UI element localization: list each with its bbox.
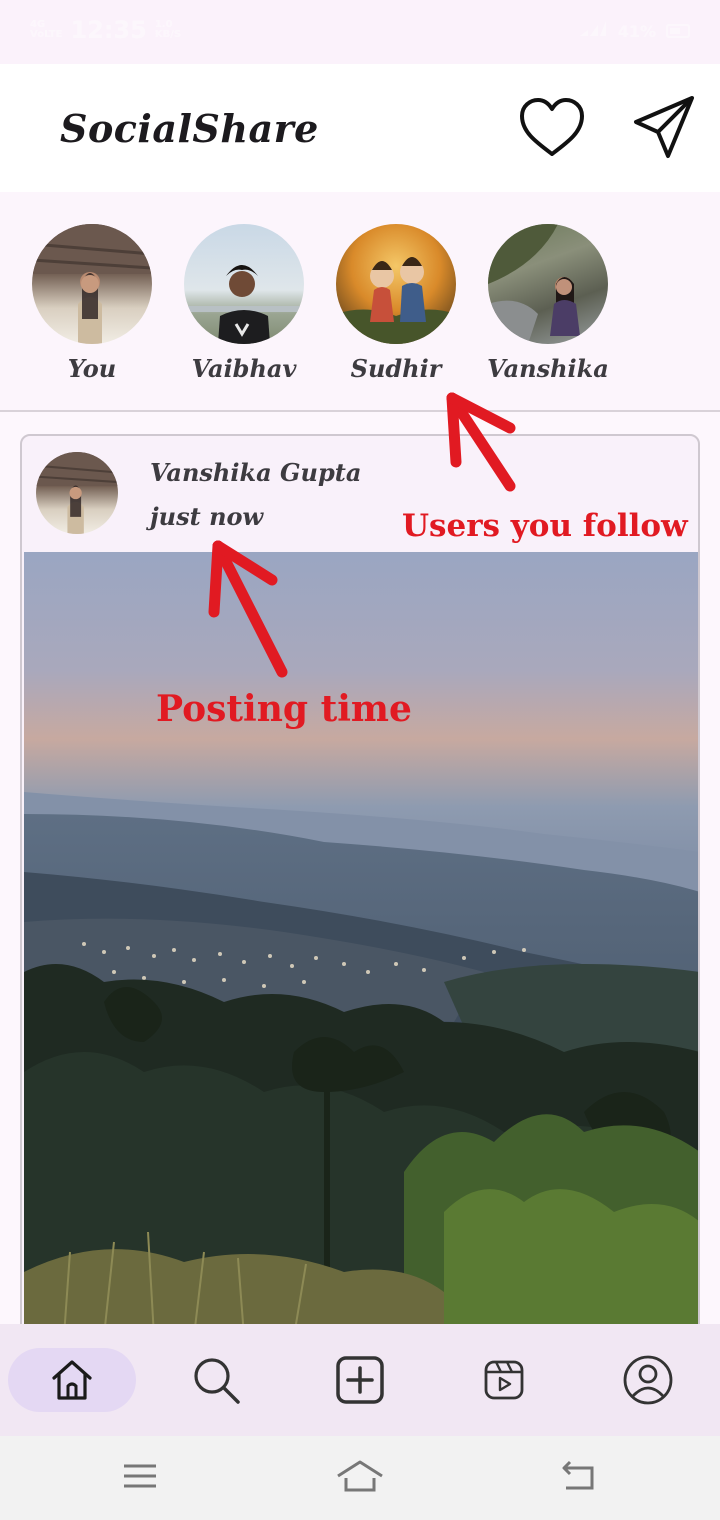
story-name: Sudhir [350,354,442,383]
status-time: 12:35 [70,16,147,44]
avatar [32,224,152,344]
net-speed: 1.0 KB/S [155,20,181,40]
avatar [336,224,456,344]
post-timestamp: just now [150,502,264,531]
app-bar: SocialShare [0,64,720,192]
story-vaibhav[interactable]: Vaibhav [182,224,306,383]
reels-icon[interactable] [472,1348,536,1412]
app-title: SocialShare [60,106,319,151]
add-post-icon[interactable] [328,1348,392,1412]
post-avatar[interactable] [36,452,118,534]
status-left: 4G VoLTE 12:35 1.0 KB/S [30,16,181,44]
net-speed-unit: KB/S [154,29,182,40]
battery-percent: 41% [617,21,656,41]
status-right: 41% [578,20,690,42]
menu-icon[interactable] [116,1456,164,1496]
profile-icon[interactable] [616,1348,680,1412]
search-icon[interactable] [184,1348,248,1412]
system-navigation [0,1436,720,1520]
avatar [488,224,608,344]
home-icon[interactable] [40,1348,104,1412]
story-name: Vaibhav [191,354,297,383]
post-image[interactable] [24,552,698,1332]
battery-icon [666,24,690,38]
story-vanshika[interactable]: Vanshika [486,224,610,383]
avatar [184,224,304,344]
heart-icon[interactable] [516,94,588,162]
stories-row: You Vaibhav Sudhir Vanshika [0,192,720,412]
network-volte: VoLTE [30,29,63,40]
status-bar: 4G VoLTE 12:35 1.0 KB/S 41% [0,0,720,64]
signal-icon [578,20,608,42]
post-username[interactable]: Vanshika Gupta [150,458,361,487]
send-icon[interactable] [628,92,700,164]
annotation-users-you-follow: Users you follow [402,508,688,544]
story-sudhir[interactable]: Sudhir [334,224,458,383]
story-name: Vanshika [487,354,609,383]
annotation-posting-time: Posting time [156,688,412,730]
post-card: Vanshika Gupta just now [20,434,700,1334]
network-indicator: 4G VoLTE [30,20,62,40]
bottom-navigation [0,1324,720,1436]
back-icon[interactable] [556,1456,604,1496]
system-home-icon[interactable] [336,1456,384,1496]
story-you[interactable]: You [30,224,154,383]
story-name: You [67,354,117,383]
